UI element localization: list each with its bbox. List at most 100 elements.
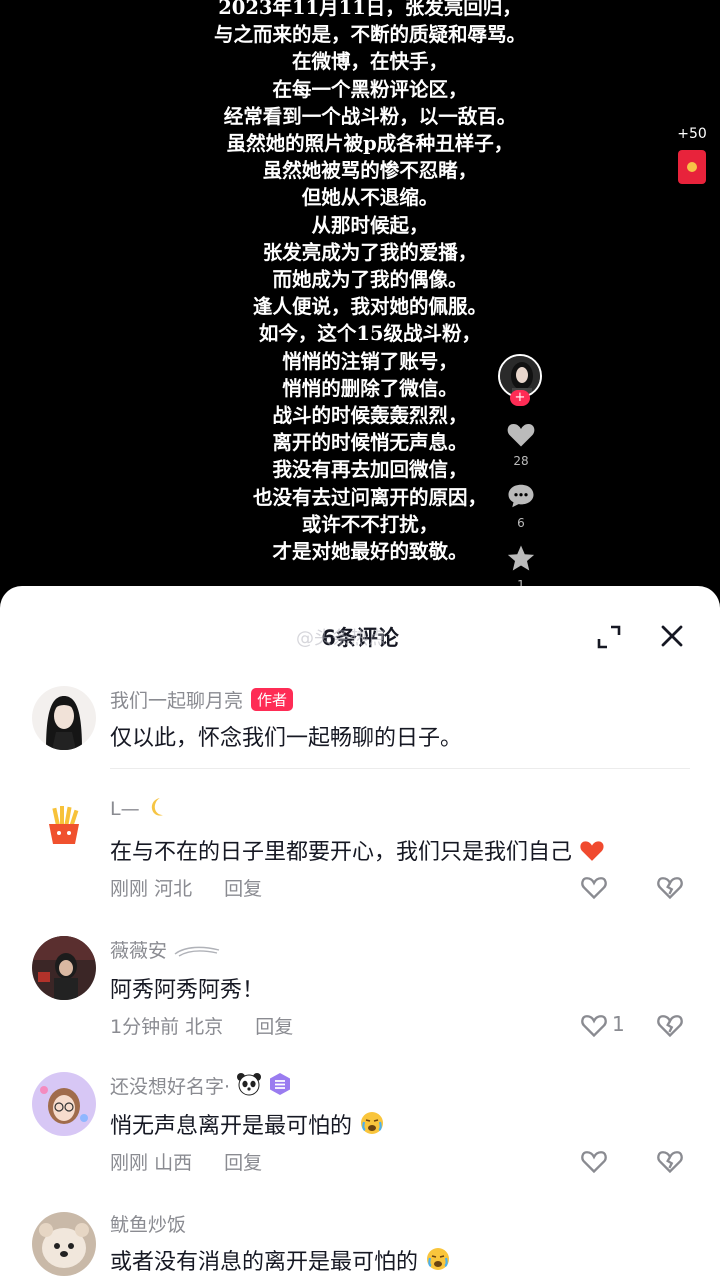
comment-text[interactable]: 悄无声息离开是最可怕的 — [110, 1108, 385, 1140]
username-text[interactable]: 还没想好名字· — [110, 1076, 230, 1098]
caption-line: 与之而来的是，不断的质疑和辱骂。 — [213, 23, 526, 47]
comment-username[interactable]: 还没想好名字· — [110, 1072, 292, 1099]
comment-like-button[interactable] — [580, 1148, 636, 1178]
comment-meta: 刚刚 河北 回复 — [110, 874, 262, 901]
comment-location: 河北 — [154, 878, 193, 900]
follow-plus-button[interactable]: + — [510, 390, 530, 406]
comment-count: 6 — [517, 516, 525, 530]
comment-username[interactable]: 鱿鱼炒饭 — [110, 1210, 186, 1237]
heart-outline-icon — [581, 1151, 607, 1174]
comment-meta: 1分钟前 北京 回复 — [110, 1012, 293, 1039]
reply-button[interactable]: 回复 — [224, 878, 262, 900]
avatar[interactable] — [32, 794, 96, 858]
comment-location: 北京 — [185, 1016, 224, 1038]
caption-line: 悄悄的删除了微信。 — [282, 376, 458, 400]
reply-button[interactable]: 回复 — [255, 1016, 293, 1038]
caption-line: 经常看到一个战斗粉，以一敌百。 — [223, 104, 517, 128]
caption-line: 如今，这个15级战斗粉， — [258, 322, 482, 346]
caption-line: 张发亮成为了我的爱播， — [262, 240, 478, 264]
crying-emoji-icon — [361, 1112, 384, 1134]
comment-meta: 刚刚 山西 回复 — [110, 1148, 262, 1175]
fries-avatar-icon — [32, 794, 96, 858]
username-text[interactable]: 薇薇安 — [110, 940, 167, 962]
caption-line: 2023年11月11日，张发亮回归， — [218, 0, 522, 19]
caption-line: 在每一个黑粉评论区， — [272, 77, 468, 101]
comment-action[interactable]: 6 — [498, 482, 544, 530]
username-text[interactable]: L— — [110, 798, 140, 820]
username-text[interactable]: 鱿鱼炒饭 — [110, 1214, 186, 1236]
caption-line: 也没有去过问离开的原因， — [252, 485, 487, 509]
user-avatar-icon — [32, 1072, 96, 1136]
avatar[interactable] — [32, 1212, 96, 1276]
comment-location: 山西 — [154, 1152, 193, 1174]
caption-line: 离开的时候悄无声息。 — [272, 431, 468, 455]
video-player[interactable]: 2023年11月11日，张发亮回归， 与之而来的是，不断的质疑和辱骂。 在微博，在快… — [0, 0, 720, 600]
comment-username[interactable]: 我们一起聊月亮 作者 — [110, 686, 294, 713]
heart-icon — [507, 424, 535, 447]
like-action[interactable]: 28 — [498, 420, 544, 468]
comment-bubble-icon — [508, 484, 534, 508]
comment-time: 刚刚 — [110, 878, 149, 900]
user-avatar-icon — [32, 686, 96, 750]
comment-text[interactable]: 阿秀阿秀阿秀！ — [110, 972, 264, 1004]
broken-heart-icon — [657, 1015, 683, 1038]
caption-line: 战斗的时候轰轰烈烈， — [272, 404, 468, 428]
broken-heart-icon — [657, 877, 683, 900]
comment-sheet-header: 6条评论 @头条热点 — [0, 586, 720, 686]
avatar[interactable] — [32, 936, 96, 1000]
comment-dislike-button[interactable] — [656, 874, 686, 904]
comment-like-count: 1 — [612, 1012, 625, 1036]
red-heart-icon — [580, 841, 604, 861]
caption-line: 我没有再去加回微信， — [272, 458, 468, 482]
comment-text[interactable]: 在与不在的日子里都要开心，我们只是我们自己 — [110, 834, 605, 866]
broken-heart-icon — [657, 1151, 683, 1174]
comment-text-body[interactable]: 悄无声息离开是最可怕的 — [110, 1114, 352, 1139]
video-caption-text: 2023年11月11日，张发亮回归， 与之而来的是，不断的质疑和辱骂。 在微博，在快… — [0, 0, 720, 565]
comment-text-body[interactable]: 或者没有消息的离开是最可怕的 — [110, 1250, 418, 1275]
bonus-points: +50 — [677, 126, 707, 142]
caption-line: 才是对她最好的致敬。 — [272, 540, 468, 564]
crying-emoji-icon — [427, 1248, 450, 1270]
expand-icon[interactable] — [596, 624, 622, 650]
caption-line: 而她成为了我的偶像。 — [272, 268, 468, 292]
caption-line: 虽然她的照片被p成各种丑样子， — [226, 132, 514, 156]
comment-time: 1分钟前 — [110, 1016, 180, 1038]
divider — [110, 768, 690, 769]
comment-like-button[interactable]: 1 — [580, 1012, 636, 1042]
caption-line: 或许不不打扰， — [301, 512, 439, 536]
panda-icon — [237, 1073, 262, 1096]
caption-line: 悄悄的注销了账号， — [282, 349, 458, 373]
avatar[interactable] — [32, 1072, 96, 1136]
side-action-rail: + 28 6 1 — [498, 354, 544, 592]
feather-icon — [174, 946, 220, 957]
caption-line: 逢人便说，我对她的佩服。 — [252, 295, 487, 319]
comment-dislike-button[interactable] — [656, 1012, 686, 1042]
comment-username[interactable]: 薇薇安 — [110, 936, 221, 963]
like-count: 28 — [513, 454, 529, 468]
red-envelope-icon[interactable] — [678, 150, 706, 184]
caption-line: 在微博，在快手， — [291, 50, 448, 74]
star-icon — [507, 545, 535, 571]
level-badge-icon — [270, 1073, 291, 1095]
bonus-reward[interactable]: +50 — [672, 126, 712, 184]
comment-text[interactable]: 仅以此，怀念我们一起畅聊的日子。 — [110, 720, 462, 752]
heart-outline-icon — [581, 877, 607, 900]
comment-time: 刚刚 — [110, 1152, 149, 1174]
comment-sheet: 6条评论 @头条热点 我们一起聊月亮 作者 仅以此，怀念我们一起畅聊的日子。 L… — [0, 586, 720, 1280]
avatar[interactable] — [32, 686, 96, 750]
comment-username[interactable]: L— — [110, 796, 168, 820]
watermark: @头条热点 — [296, 628, 386, 649]
moon-icon — [151, 798, 163, 816]
caption-line: 但她从不退缩。 — [301, 186, 439, 210]
comment-dislike-button[interactable] — [656, 1148, 686, 1178]
comment-like-button[interactable] — [580, 874, 636, 904]
dog-avatar-icon — [32, 1212, 96, 1276]
comment-text[interactable]: 或者没有消息的离开是最可怕的 — [110, 1244, 451, 1276]
comment-text-body[interactable]: 在与不在的日子里都要开心，我们只是我们自己 — [110, 840, 572, 865]
favorite-action[interactable]: 1 — [498, 544, 544, 592]
username-text[interactable]: 我们一起聊月亮 — [110, 690, 243, 712]
reply-button[interactable]: 回复 — [224, 1152, 262, 1174]
user-avatar-icon — [32, 936, 96, 1000]
close-icon[interactable] — [658, 622, 686, 650]
caption-line: 虽然她被骂的惨不忍睹， — [262, 159, 478, 183]
